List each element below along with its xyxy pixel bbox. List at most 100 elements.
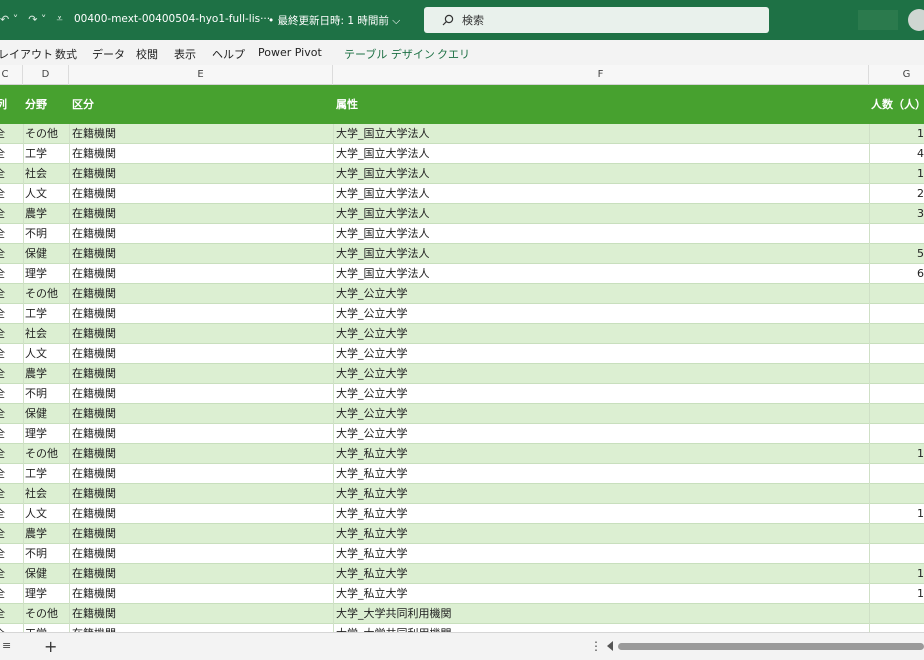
attribute-cell[interactable]: 大学_国立大学法人	[336, 244, 430, 263]
stub-cell[interactable]: 全	[0, 124, 5, 143]
attribute-cell[interactable]: 大学_公立大学	[336, 304, 408, 323]
field-cell[interactable]: 不明	[25, 544, 47, 563]
stub-cell[interactable]: 全	[0, 464, 5, 483]
tab-formulas[interactable]: 数式	[55, 46, 77, 62]
stub-cell[interactable]: 全	[0, 424, 5, 443]
attribute-cell[interactable]: 大学_私立大学	[336, 524, 408, 543]
count-cell[interactable]: 1	[917, 164, 924, 183]
stub-cell[interactable]: 全	[0, 224, 5, 243]
stub-cell[interactable]: 全	[0, 244, 5, 263]
tab-table-design[interactable]: テーブル デザイン	[344, 46, 435, 62]
category-cell[interactable]: 在籍機関	[72, 444, 116, 463]
tab-page-layout[interactable]: レイアウト	[0, 46, 53, 62]
category-cell[interactable]: 在籍機関	[72, 504, 116, 523]
count-cell[interactable]: 1	[917, 504, 924, 523]
stub-cell[interactable]: 全	[0, 364, 5, 383]
attribute-cell[interactable]: 大学_私立大学	[336, 464, 408, 483]
field-cell[interactable]: 農学	[25, 364, 47, 383]
category-cell[interactable]: 在籍機関	[72, 304, 116, 323]
count-cell[interactable]: 3	[917, 204, 924, 223]
horizontal-scrollbar[interactable]	[618, 643, 924, 650]
category-cell[interactable]: 在籍機関	[72, 404, 116, 423]
field-cell[interactable]: 不明	[25, 224, 47, 243]
field-cell[interactable]: その他	[25, 124, 58, 143]
field-cell[interactable]: その他	[25, 444, 58, 463]
count-cell[interactable]: 2	[917, 184, 924, 203]
category-cell[interactable]: 在籍機関	[72, 424, 116, 443]
category-cell[interactable]: 在籍機関	[72, 584, 116, 603]
count-cell[interactable]: 1	[917, 444, 924, 463]
avatar[interactable]	[908, 9, 924, 31]
field-cell[interactable]: 工学	[25, 144, 47, 163]
more-options-icon[interactable]: ⋮	[590, 639, 602, 653]
count-cell[interactable]: 1	[917, 564, 924, 583]
category-cell[interactable]: 在籍機関	[72, 324, 116, 343]
count-cell[interactable]: 1	[917, 584, 924, 603]
category-cell[interactable]: 在籍機関	[72, 124, 116, 143]
category-cell[interactable]: 在籍機関	[72, 244, 116, 263]
category-cell[interactable]: 在籍機関	[72, 284, 116, 303]
category-cell[interactable]: 在籍機関	[72, 184, 116, 203]
count-cell[interactable]: 1	[917, 124, 924, 143]
category-cell[interactable]: 在籍機関	[72, 544, 116, 563]
attribute-cell[interactable]: 大学_国立大学法人	[336, 184, 430, 203]
field-cell[interactable]: その他	[25, 604, 58, 623]
header-attribute[interactable]: 属性	[336, 85, 358, 124]
header-count[interactable]: 人数（人）	[871, 85, 924, 124]
stub-cell[interactable]: 全	[0, 604, 5, 623]
category-cell[interactable]: 在籍機関	[72, 524, 116, 543]
field-cell[interactable]: 不明	[25, 384, 47, 403]
tab-data[interactable]: データ	[92, 46, 125, 62]
category-cell[interactable]: 在籍機関	[72, 604, 116, 623]
column-header-d[interactable]: D	[23, 65, 69, 85]
field-cell[interactable]: 人文	[25, 184, 47, 203]
tab-power-pivot[interactable]: Power Pivot	[258, 46, 322, 59]
undo-button[interactable]: ↶ ˅	[0, 13, 18, 26]
attribute-cell[interactable]: 大学_公立大学	[336, 404, 408, 423]
stub-cell[interactable]: 全	[0, 384, 5, 403]
attribute-cell[interactable]: 大学_国立大学法人	[336, 204, 430, 223]
field-cell[interactable]: 社会	[25, 484, 47, 503]
field-cell[interactable]: 理学	[25, 264, 47, 283]
column-header-f[interactable]: F	[333, 65, 869, 85]
sheet-list-icon[interactable]: ≡	[2, 639, 11, 652]
stub-cell[interactable]: 全	[0, 184, 5, 203]
field-cell[interactable]: 社会	[25, 324, 47, 343]
tab-query[interactable]: クエリ	[437, 46, 470, 62]
stub-cell[interactable]: 全	[0, 624, 5, 632]
category-cell[interactable]: 在籍機関	[72, 624, 116, 632]
category-cell[interactable]: 在籍機関	[72, 464, 116, 483]
header-category[interactable]: 区分	[72, 85, 94, 124]
field-cell[interactable]: 社会	[25, 164, 47, 183]
title-bar-control[interactable]	[858, 10, 898, 30]
stub-cell[interactable]: 全	[0, 404, 5, 423]
column-header-g[interactable]: G	[869, 65, 924, 85]
tab-help[interactable]: ヘルプ	[212, 46, 245, 62]
attribute-cell[interactable]: 大学_国立大学法人	[336, 164, 430, 183]
category-cell[interactable]: 在籍機関	[72, 344, 116, 363]
stub-cell[interactable]: 全	[0, 144, 5, 163]
field-cell[interactable]: 工学	[25, 624, 47, 632]
attribute-cell[interactable]: 大学_国立大学法人	[336, 224, 430, 243]
column-header-e[interactable]: E	[69, 65, 333, 85]
attribute-cell[interactable]: 大学_私立大学	[336, 484, 408, 503]
field-cell[interactable]: 理学	[25, 424, 47, 443]
field-cell[interactable]: 人文	[25, 344, 47, 363]
stub-cell[interactable]: 全	[0, 264, 5, 283]
attribute-cell[interactable]: 大学_公立大学	[336, 344, 408, 363]
attribute-cell[interactable]: 大学_国立大学法人	[336, 264, 430, 283]
field-cell[interactable]: 保健	[25, 244, 47, 263]
column-header-c[interactable]: C	[0, 65, 23, 85]
field-cell[interactable]: 農学	[25, 204, 47, 223]
tab-view[interactable]: 表示	[174, 46, 196, 62]
category-cell[interactable]: 在籍機関	[72, 564, 116, 583]
stub-cell[interactable]: 全	[0, 484, 5, 503]
category-cell[interactable]: 在籍機関	[72, 224, 116, 243]
field-cell[interactable]: 理学	[25, 584, 47, 603]
header-stub[interactable]: 列	[0, 85, 7, 124]
redo-button[interactable]: ↷ ˅	[28, 13, 46, 26]
category-cell[interactable]: 在籍機関	[72, 384, 116, 403]
add-sheet-button[interactable]: +	[44, 637, 57, 656]
tab-review[interactable]: 校閲	[136, 46, 158, 62]
stub-cell[interactable]: 全	[0, 164, 5, 183]
